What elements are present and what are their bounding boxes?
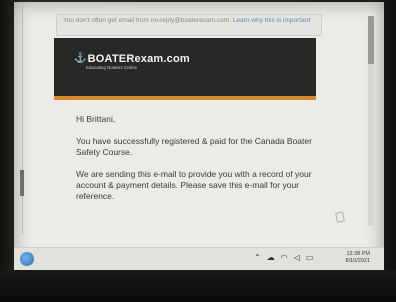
windows-start-icon[interactable] (20, 252, 34, 266)
notice-learn-link[interactable]: Learn why this is important (233, 17, 310, 24)
email-body: Hi Brittani, You have successfully regis… (76, 114, 326, 213)
volume-icon[interactable]: ◁ (294, 253, 300, 262)
chevron-up-icon[interactable]: ⌃ (254, 253, 261, 262)
notice-text: You don't often get email from no-reply@… (63, 17, 232, 24)
left-scroll-thumb[interactable] (20, 170, 24, 196)
cloud-icon[interactable]: ☁ (267, 253, 275, 262)
boaterexam-logo: ⚓ BOATERexam.com (74, 53, 190, 65)
anchor-icon: ⚓ (74, 53, 87, 64)
lower-bezel (0, 270, 396, 302)
wifi-icon[interactable]: ◠ (281, 253, 288, 262)
left-scroll-track[interactable] (22, 2, 23, 234)
screen: You don't often get email from no-reply@… (14, 2, 384, 270)
system-tray: ⌃ ☁ ◠ ◁ ▭ (254, 253, 313, 262)
greeting: Hi Brittani, (76, 114, 116, 124)
email-header-banner: ⚓ BOATERexam.com Educating Boaters Onlin… (54, 38, 316, 100)
paragraph-registration: You have successfully registered & paid … (76, 136, 312, 157)
logo-brand: BOATERexam.com (87, 53, 190, 65)
logo-tagline: Educating Boaters Online (86, 65, 138, 70)
paragraph-record: We are sending this e-mail to provide yo… (76, 169, 312, 201)
external-sender-notice: You don't often get email from no-reply@… (56, 14, 322, 36)
mouse-cursor (335, 211, 345, 223)
clock-time: 12:38 PM (346, 251, 370, 257)
taskbar-clock[interactable]: 12:38 PM 8/10/2021 (346, 251, 370, 265)
taskbar: ⌃ ☁ ◠ ◁ ▭ 12:38 PM 8/10/2021 (14, 247, 384, 270)
battery-icon[interactable]: ▭ (306, 253, 314, 262)
right-scroll-thumb[interactable] (368, 16, 374, 64)
clock-date: 8/10/2021 (345, 258, 370, 264)
